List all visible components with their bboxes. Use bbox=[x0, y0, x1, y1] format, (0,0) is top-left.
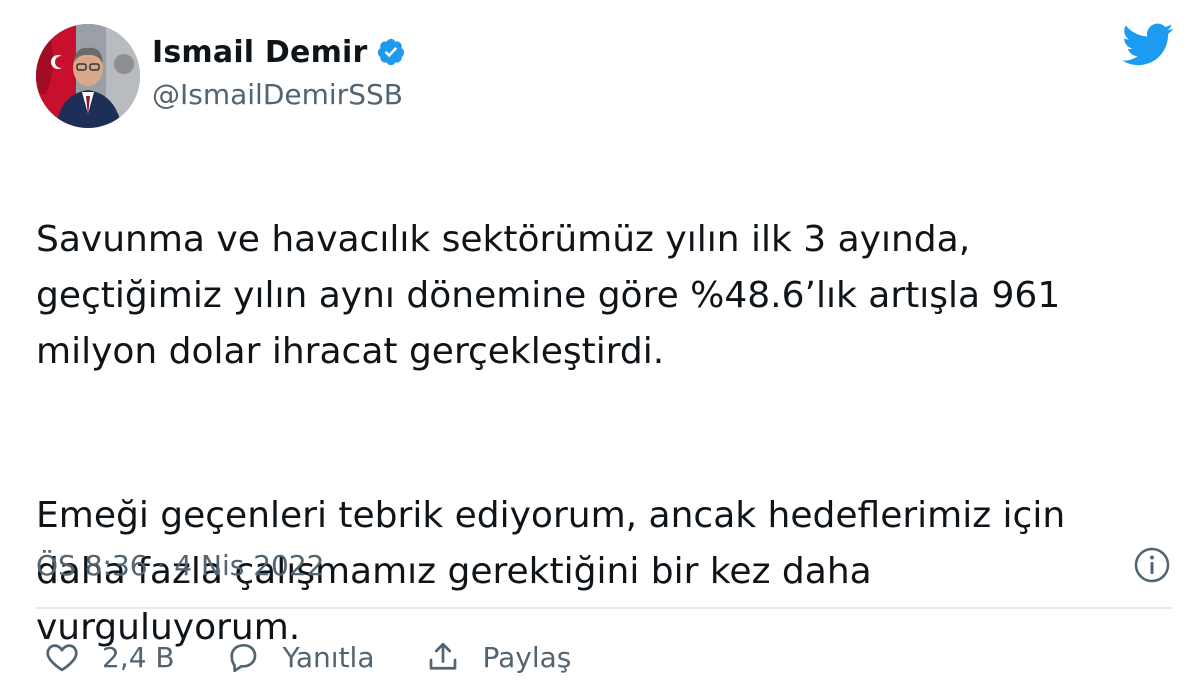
speech-bubble-icon bbox=[230, 643, 256, 673]
info-icon[interactable] bbox=[1132, 545, 1172, 585]
author-display-name[interactable]: Ismail Demir bbox=[152, 35, 368, 70]
twitter-bird-icon[interactable] bbox=[1122, 22, 1174, 68]
author-name-row[interactable]: Ismail Demir bbox=[152, 30, 406, 74]
share-button[interactable]: Paylaş bbox=[425, 639, 572, 675]
divider bbox=[36, 607, 1172, 609]
share-arrow-icon bbox=[429, 642, 456, 670]
verified-badge-icon bbox=[376, 37, 406, 67]
tweet-timestamp[interactable]: ÖS 8:36 · 4 Nis 2022 bbox=[36, 546, 324, 586]
avatar[interactable] bbox=[36, 24, 140, 128]
reply-button[interactable]: Yanıtla bbox=[225, 639, 375, 675]
like-button[interactable]: 2,4 B bbox=[44, 639, 175, 675]
heart-icon bbox=[46, 644, 78, 672]
like-count: 2,4 B bbox=[102, 640, 175, 674]
share-label: Paylaş bbox=[482, 640, 572, 674]
tweet-actions: 2,4 B Yanıtla Paylaş bbox=[44, 634, 621, 680]
tweet-text: Savunma ve havacılık sektörümüz yılın il… bbox=[36, 156, 1166, 697]
tweet-card: Ismail Demir @IsmailDemirSSB Savunma ve … bbox=[0, 0, 1200, 697]
avatar-photo bbox=[36, 24, 140, 128]
author-handle[interactable]: @IsmailDemirSSB bbox=[152, 78, 403, 111]
tweet-paragraph: Savunma ve havacılık sektörümüz yılın il… bbox=[36, 219, 1061, 372]
reply-label: Yanıtla bbox=[282, 640, 375, 674]
